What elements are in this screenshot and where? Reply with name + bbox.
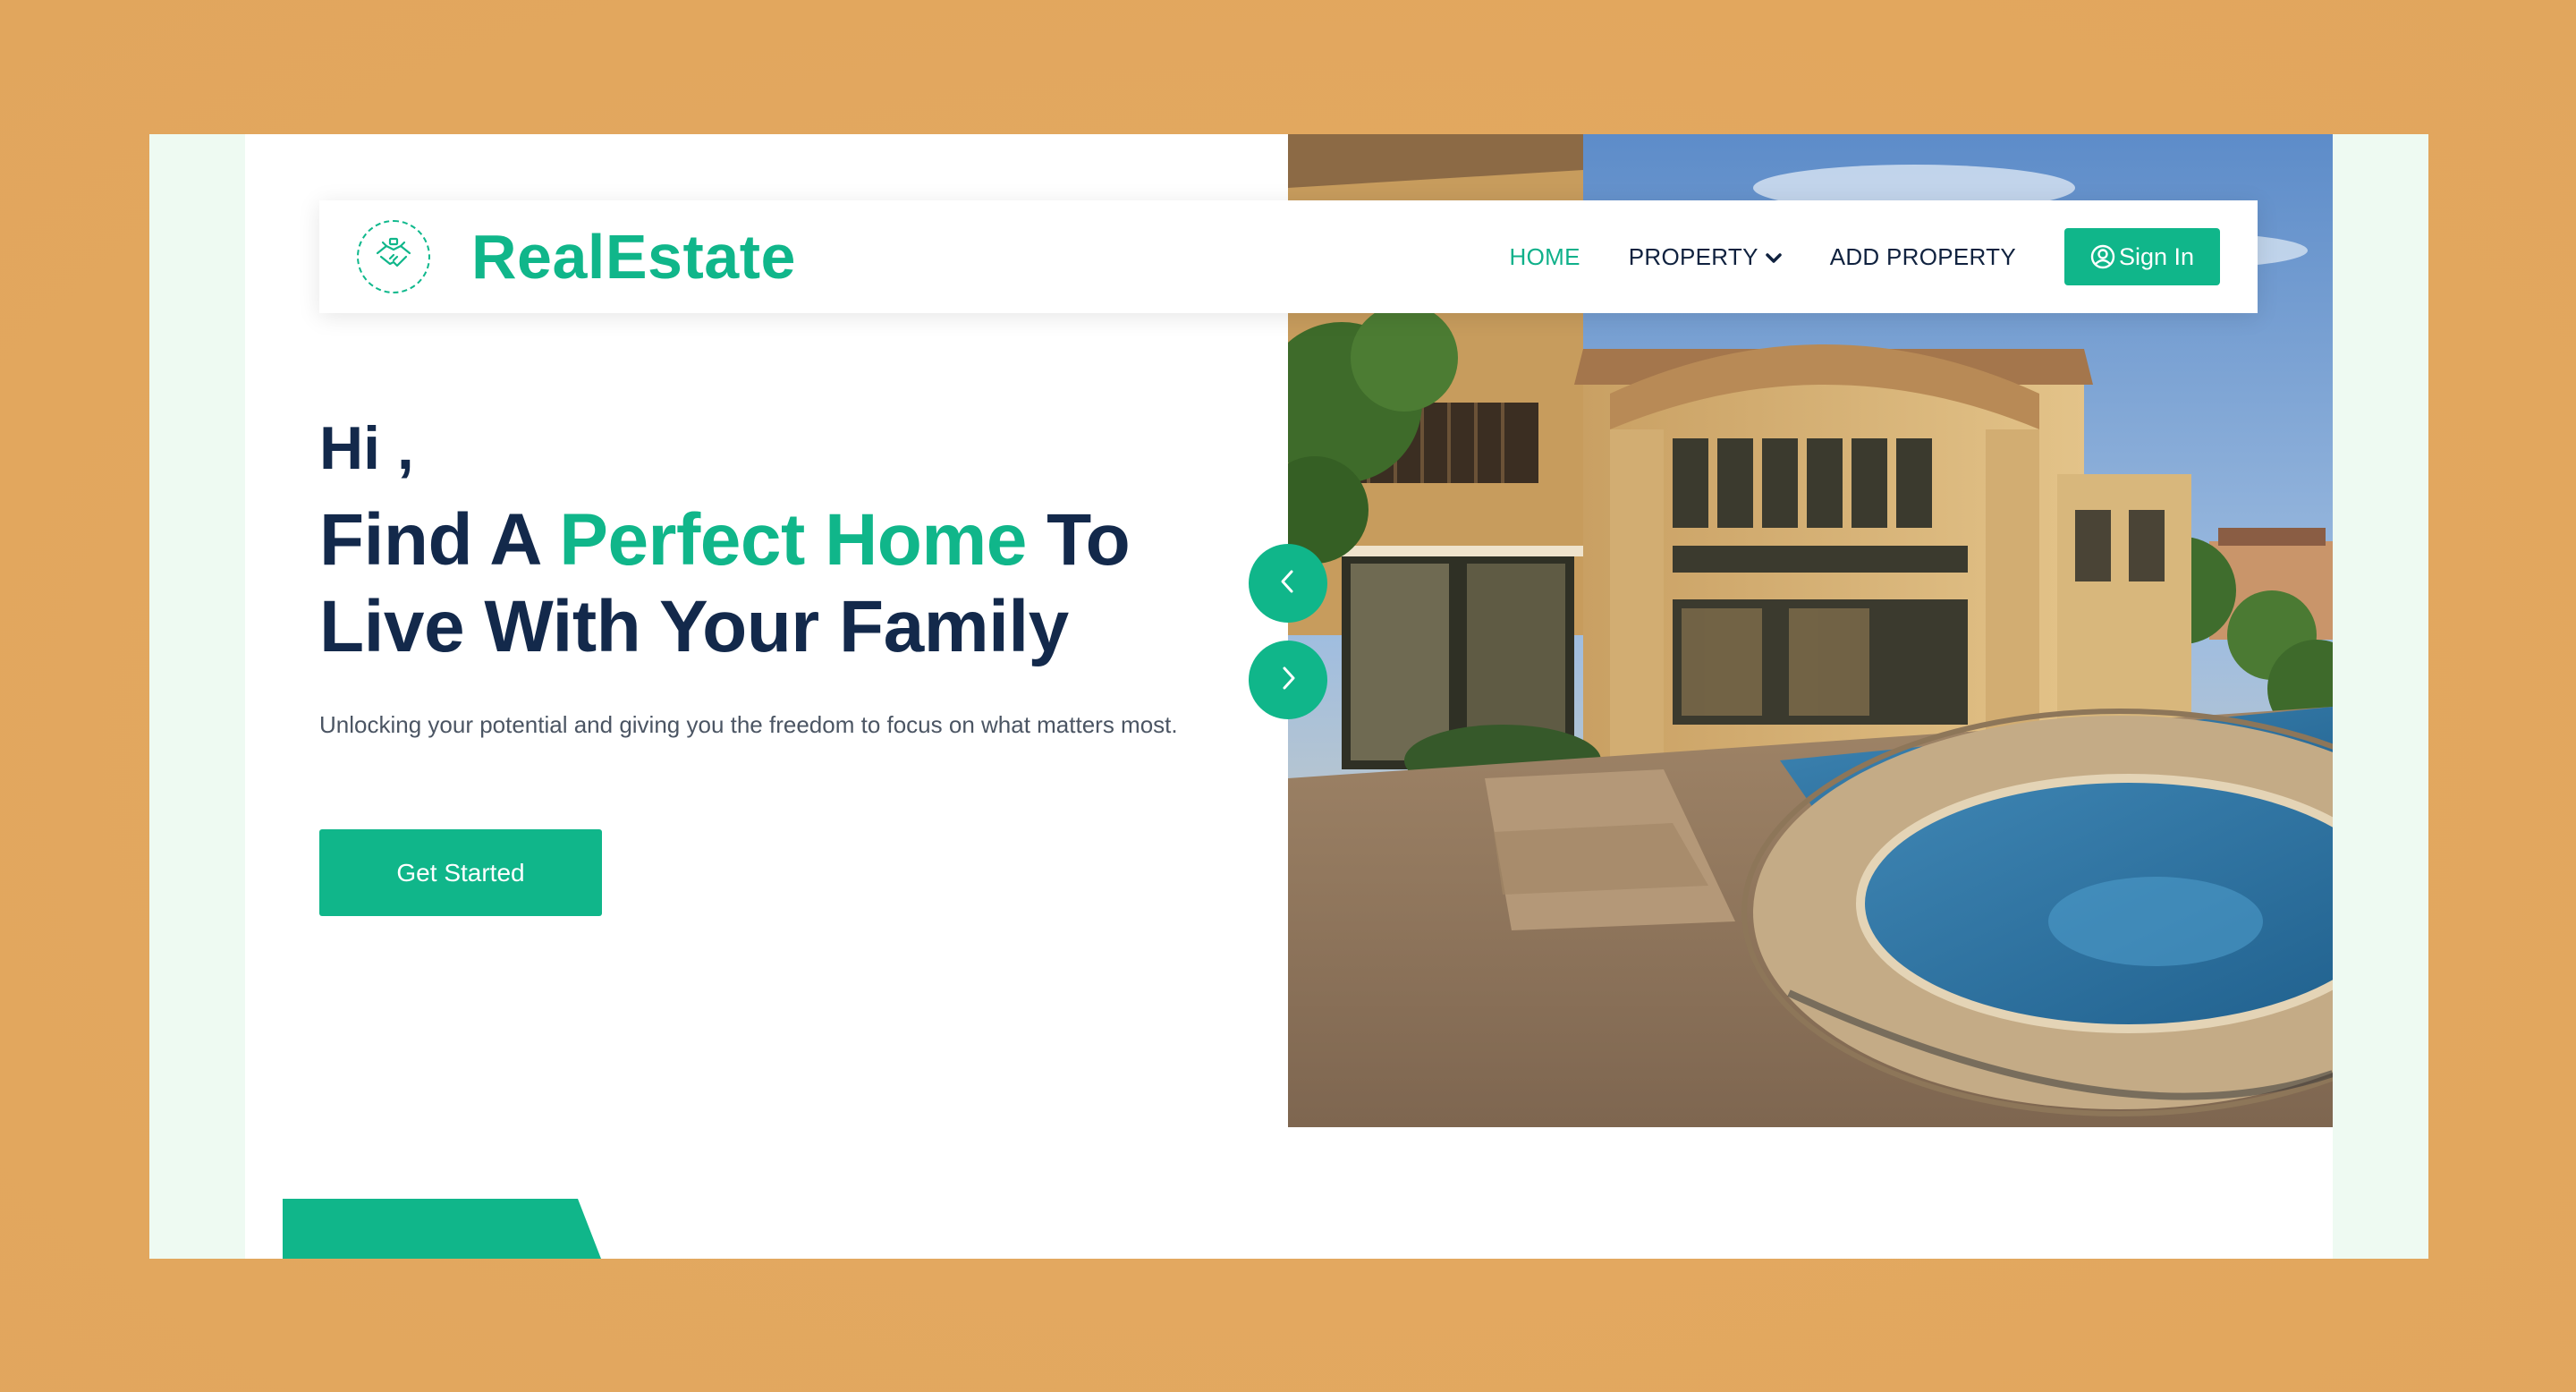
nav-add-property-label: ADD PROPERTY	[1829, 242, 2016, 270]
logo[interactable]	[357, 220, 430, 293]
chevron-left-icon	[1276, 568, 1300, 599]
hero-greeting: Hi ,	[319, 414, 414, 482]
nav-property-dropdown[interactable]: PROPERTY	[1629, 243, 1782, 271]
carousel-prev-button[interactable]	[1249, 544, 1327, 623]
nav-links: HOME PROPERTY ADD PROPERTY Sign In	[1510, 228, 2220, 285]
nav-add-property[interactable]: ADD PROPERTY	[1830, 243, 2016, 271]
get-started-button[interactable]: Get Started	[319, 829, 602, 916]
browser-frame: RealEstate HOME PROPERTY ADD PROPERTY Si…	[149, 134, 2428, 1259]
brand-name[interactable]: RealEstate	[471, 222, 796, 292]
signin-button[interactable]: Sign In	[2064, 228, 2220, 285]
nav-property-label: PROPERTY	[1628, 242, 1758, 270]
navbar: RealEstate HOME PROPERTY ADD PROPERTY Si…	[319, 200, 2258, 313]
section-tab-decoration	[283, 1199, 601, 1259]
chevron-down-icon	[1765, 243, 1782, 271]
signin-label: Sign In	[2118, 242, 2195, 270]
carousel-next-button[interactable]	[1249, 641, 1327, 719]
nav-home[interactable]: HOME	[1510, 243, 1580, 271]
headline-part1: Find A	[319, 499, 560, 581]
headline-accent: Perfect Home	[559, 499, 1027, 581]
user-circle-icon	[2090, 244, 2115, 269]
hero-headline: Find A Perfect Home To Live With Your Fa…	[319, 497, 1267, 670]
chevron-right-icon	[1276, 665, 1300, 696]
page: RealEstate HOME PROPERTY ADD PROPERTY Si…	[245, 134, 2333, 1259]
hero-subtext: Unlocking your potential and giving you …	[319, 711, 1178, 738]
nav-home-label: HOME	[1509, 242, 1580, 270]
handshake-icon	[372, 233, 415, 281]
